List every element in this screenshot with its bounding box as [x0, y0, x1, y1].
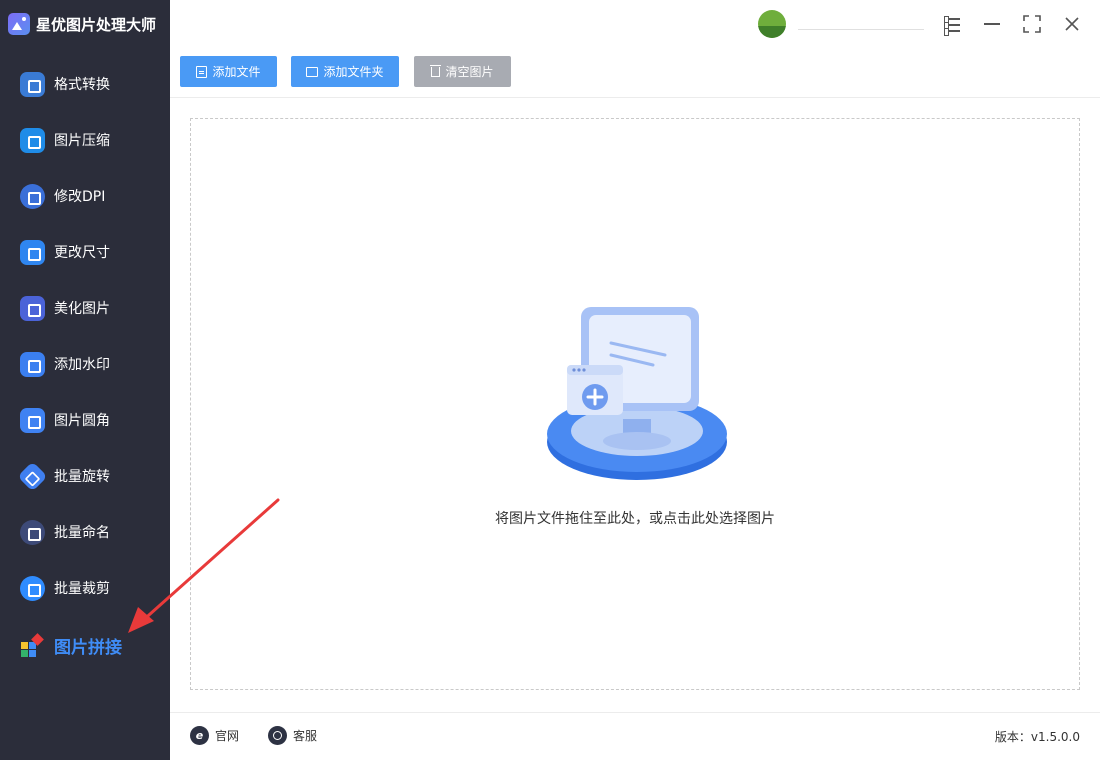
- sidebar-item-label: 格式转换: [54, 77, 110, 93]
- add-file-label: 添加文件: [212, 65, 261, 79]
- clear-images-label: 清空图片: [445, 65, 494, 79]
- sidebar-item-crop[interactable]: 批量裁剪: [0, 565, 170, 611]
- crop-icon: [20, 575, 45, 601]
- close-icon[interactable]: [1060, 12, 1084, 36]
- sidebar-item-label: 图片圆角: [54, 413, 110, 429]
- avatar[interactable]: [758, 10, 786, 38]
- sidebar: 星优图片处理大师 格式转换 图片压缩 修改DPI 更改尺寸 美化图片 添加水印 …: [0, 0, 170, 760]
- rounded-corner-icon: [20, 407, 45, 433]
- sidebar-item-label: 批量旋转: [54, 469, 110, 485]
- sidebar-item-beautify[interactable]: 美化图片: [0, 285, 170, 331]
- website-link[interactable]: e 官网: [190, 726, 239, 745]
- resize-icon: [20, 239, 45, 265]
- drop-hint-text: 将图片文件拖住至此处，或点击此处选择图片: [495, 511, 775, 527]
- sidebar-item-rename[interactable]: 批量命名: [0, 509, 170, 555]
- beautify-icon: [20, 295, 45, 321]
- rename-icon: [20, 519, 45, 545]
- sidebar-item-rounded-corner[interactable]: 图片圆角: [0, 397, 170, 443]
- title-bar: [170, 0, 1100, 48]
- sidebar-item-label: 修改DPI: [54, 189, 106, 205]
- file-icon: [196, 65, 208, 78]
- watermark-icon: [20, 351, 45, 377]
- sidebar-item-watermark[interactable]: 添加水印: [0, 341, 170, 387]
- trash-icon: [430, 64, 442, 77]
- app-logo-icon: [8, 13, 30, 35]
- sidebar-item-label: 图片拼接: [54, 637, 122, 658]
- add-folder-label: 添加文件夹: [323, 65, 384, 79]
- add-file-button[interactable]: 添加文件: [180, 56, 277, 87]
- upload-illustration-icon: [547, 307, 727, 480]
- image-compress-icon: [20, 127, 45, 153]
- sidebar-item-stitch[interactable]: 图片拼接: [0, 622, 170, 668]
- file-drop-zone[interactable]: 将图片文件拖住至此处，或点击此处选择图片: [190, 118, 1080, 690]
- add-folder-button[interactable]: 添加文件夹: [291, 56, 399, 87]
- sidebar-item-rotate[interactable]: 批量旋转: [0, 453, 170, 499]
- browser-icon: e: [190, 726, 209, 745]
- clear-images-button[interactable]: 清空图片: [414, 56, 511, 87]
- version-text: 版本：v1.5.0.0: [994, 730, 1080, 744]
- image-convert-icon: [20, 71, 45, 97]
- sidebar-item-label: 美化图片: [54, 301, 110, 317]
- sidebar-item-compress[interactable]: 图片压缩: [0, 117, 170, 163]
- rotate-icon: [17, 460, 48, 492]
- folder-icon: [306, 66, 319, 77]
- sidebar-item-label: 批量裁剪: [54, 581, 110, 597]
- sidebar-item-format-convert[interactable]: 格式转换: [0, 61, 170, 107]
- sidebar-item-dpi[interactable]: 修改DPI: [0, 173, 170, 219]
- support-label: 客服: [293, 729, 318, 743]
- sidebar-item-label: 图片压缩: [54, 133, 110, 149]
- dpi-icon: [20, 183, 45, 209]
- app-title: 星优图片处理大师: [36, 15, 157, 34]
- stitch-icon: [20, 632, 45, 658]
- sidebar-item-label: 添加水印: [54, 357, 110, 373]
- sidebar-item-label: 更改尺寸: [54, 245, 110, 261]
- website-label: 官网: [215, 729, 240, 743]
- username-redacted: [798, 16, 924, 30]
- sidebar-item-resize[interactable]: 更改尺寸: [0, 229, 170, 275]
- support-link[interactable]: 客服: [268, 726, 317, 745]
- toolbar-divider: [170, 97, 1100, 98]
- app-header: 星优图片处理大师: [0, 0, 170, 48]
- footer: e 官网 客服 版本：v1.5.0.0: [170, 712, 1100, 760]
- minimize-icon[interactable]: [980, 12, 1004, 36]
- sidebar-item-label: 批量命名: [54, 525, 110, 541]
- settings-icon[interactable]: [940, 12, 964, 36]
- chat-icon: [268, 726, 287, 745]
- maximize-icon[interactable]: [1020, 12, 1044, 36]
